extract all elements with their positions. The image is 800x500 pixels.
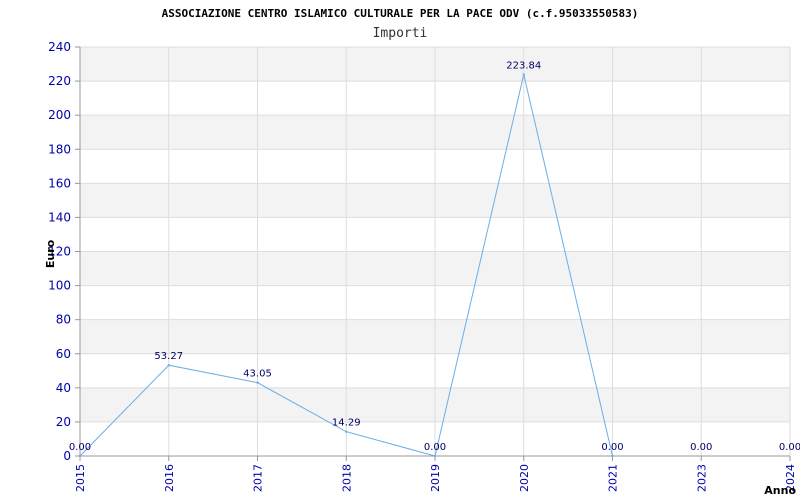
data-label: 53.27 (154, 351, 183, 362)
data-point (522, 73, 525, 76)
y-axis-label: Euro (44, 239, 57, 268)
y-tick-label: 160 (48, 176, 71, 190)
chart-subtitle: Importi (373, 26, 428, 41)
data-point (433, 454, 437, 458)
data-point (256, 381, 259, 384)
y-tick-label: 100 (48, 279, 71, 293)
y-tick-label: 180 (48, 142, 71, 156)
x-tick-labels: 2015 2016 2017 2018 2019 2020 2021 2023 2024 (74, 464, 797, 492)
data-label: 0.00 (779, 442, 800, 453)
data-label: 43.05 (243, 369, 272, 380)
y-tick-label: 80 (56, 313, 71, 327)
x-tick-label: 2017 (252, 464, 265, 492)
line-chart: ASSOCIAZIONE CENTRO ISLAMICO CULTURALE P… (44, 7, 800, 497)
data-point (345, 430, 348, 433)
x-tick-label: 2018 (340, 464, 353, 492)
data-point (167, 364, 170, 367)
y-tick-label: 40 (56, 381, 71, 395)
x-tick-label: 2021 (607, 464, 620, 492)
y-tick-label: 220 (48, 74, 71, 88)
x-tick-label: 2019 (429, 464, 442, 492)
data-point (78, 454, 82, 458)
data-label: 0.00 (690, 442, 712, 453)
data-point (611, 454, 614, 458)
data-label: 14.29 (332, 418, 361, 429)
x-tick-label: 2023 (695, 464, 708, 492)
x-tick-label: 2020 (518, 464, 531, 492)
y-tick-label: 20 (56, 415, 71, 429)
y-tick-label: 140 (48, 210, 71, 224)
y-tick-label: 200 (48, 108, 71, 122)
data-label: 223.84 (506, 61, 541, 72)
data-label: 0.00 (69, 442, 91, 453)
y-tick-label: 240 (48, 40, 71, 54)
x-tick-label: 2015 (74, 464, 87, 492)
x-tick-label: 2016 (163, 464, 176, 492)
data-label: 0.00 (601, 442, 623, 453)
x-axis-label: Anno (764, 484, 796, 497)
y-tick-label: 60 (56, 347, 71, 361)
chart-title: ASSOCIAZIONE CENTRO ISLAMICO CULTURALE P… (162, 7, 639, 20)
data-label: 0.00 (424, 442, 446, 453)
